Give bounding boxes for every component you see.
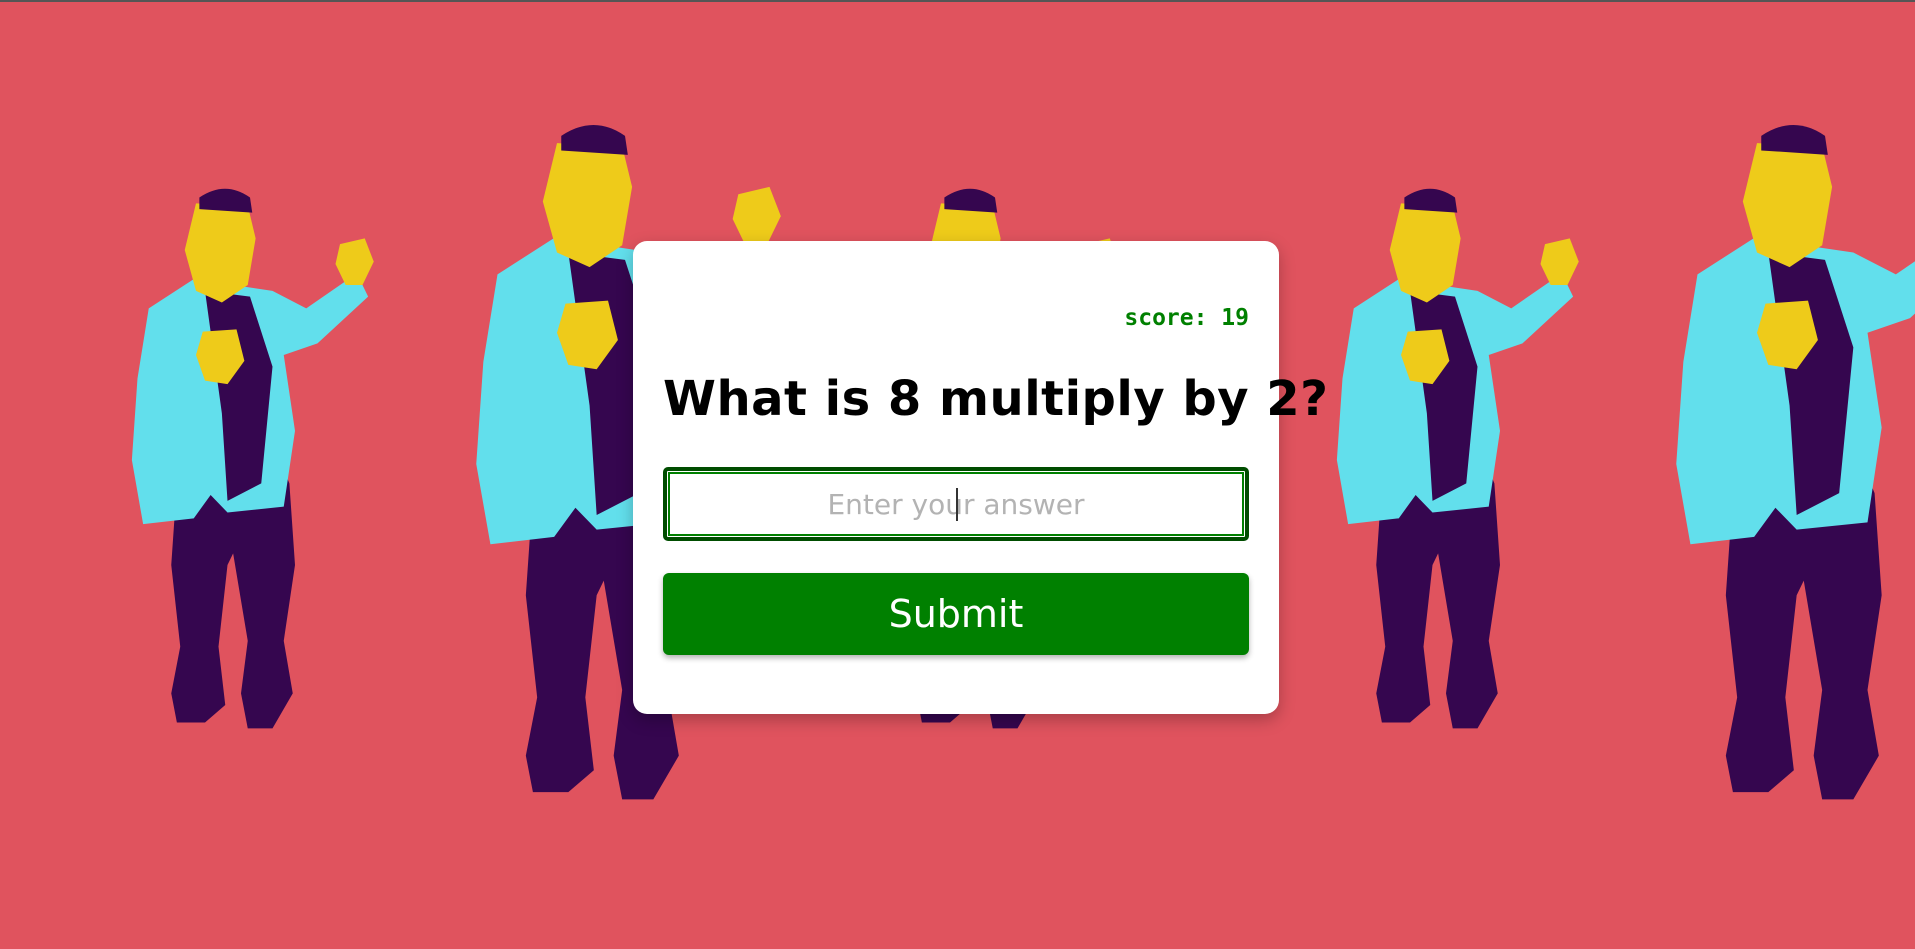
text-caret (956, 488, 958, 521)
dancing-man-icon (1676, 124, 1915, 800)
score-label: score: 19 (1124, 305, 1249, 331)
quiz-card: score: 19 What is 8 multiply by 2? Submi… (633, 241, 1329, 714)
submit-button[interactable]: Submit (663, 573, 1249, 655)
question-text: What is 8 multiply by 2? (663, 371, 1329, 427)
dancing-man-icon (131, 188, 374, 729)
dancing-man-icon (1336, 188, 1579, 729)
